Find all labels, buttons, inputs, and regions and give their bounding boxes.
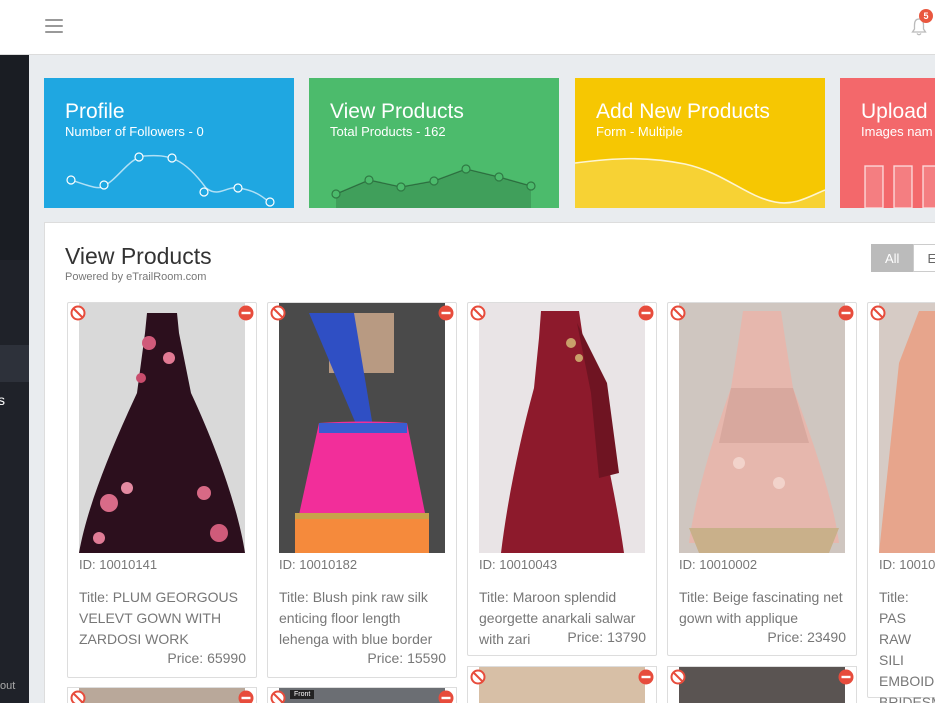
- product-title: Title: Beige fascinating net gown with a…: [679, 589, 843, 626]
- tile-subtitle: Total Products - 162: [330, 124, 446, 139]
- tile-title: Profile: [65, 100, 125, 123]
- disable-icon[interactable]: [70, 690, 86, 703]
- product-image: [279, 303, 445, 553]
- product-price: Price: 23490: [767, 629, 846, 645]
- filter-ex-button[interactable]: Ex: [913, 244, 935, 272]
- disable-icon[interactable]: [670, 305, 686, 321]
- disable-icon[interactable]: [70, 305, 86, 321]
- remove-icon[interactable]: [238, 305, 254, 321]
- add-products-wave: [575, 157, 825, 208]
- filter-all-button[interactable]: All: [871, 244, 914, 272]
- tile-subtitle: Form - Multiple: [596, 124, 683, 139]
- product-card[interactable]: ID: 10010 Title: PAS RAW SILI EMBOIDI BR…: [867, 302, 935, 703]
- panel-subtitle: Powered by eTrailRoom.com: [65, 271, 207, 283]
- remove-icon[interactable]: [438, 690, 454, 703]
- peach-gown-image: [879, 303, 935, 553]
- beige-net-gown-image: [679, 303, 845, 553]
- disable-icon[interactable]: [470, 669, 486, 685]
- product-card[interactable]: ID: 10010182 Title: Blush pink raw silk …: [267, 302, 457, 678]
- product-image: [679, 667, 845, 703]
- tile-title: View Products: [330, 100, 464, 123]
- sidebar: s out: [0, 55, 29, 703]
- product-image: [879, 303, 935, 553]
- product-title: Title: PLUM GEORGOUS VELEVT GOWN WITH ZA…: [79, 589, 238, 647]
- profile-tile[interactable]: Profile Number of Followers - 0: [44, 78, 294, 208]
- product-title: Title: Blush pink raw silk enticing floo…: [279, 589, 433, 647]
- hamburger-menu-icon[interactable]: [45, 19, 63, 35]
- product-price: Price: 13790: [567, 629, 646, 645]
- remove-icon[interactable]: [638, 305, 654, 321]
- tile-subtitle: Images nam: [861, 124, 933, 139]
- tile-title: Upload I: [861, 100, 935, 123]
- disable-icon[interactable]: [270, 690, 286, 703]
- plum-gown-image: [79, 303, 245, 553]
- products-area-chart: [331, 164, 536, 208]
- product-image: [479, 303, 645, 553]
- product-image: [679, 303, 845, 553]
- tile-subtitle: Number of Followers - 0: [65, 124, 204, 139]
- product-image: [79, 688, 245, 703]
- product-id: ID: 10010043: [479, 557, 558, 572]
- sidebar-item-label[interactable]: s: [0, 392, 5, 408]
- remove-icon[interactable]: [838, 305, 854, 321]
- upload-bars: [864, 165, 935, 208]
- sidebar-item-active[interactable]: [0, 345, 29, 382]
- tile-title: Add New Products: [596, 100, 770, 123]
- product-id: ID: 10010141: [79, 557, 158, 572]
- top-bar: 5: [0, 0, 935, 55]
- remove-icon[interactable]: [638, 669, 654, 685]
- product-card[interactable]: ID: 10010043 Title: Maroon splendid geor…: [467, 302, 657, 656]
- notification-count-badge: 5: [919, 9, 933, 23]
- remove-icon[interactable]: [438, 305, 454, 321]
- product-image: [79, 303, 245, 553]
- product-price: Price: 65990: [167, 650, 246, 666]
- product-id: ID: 10010002: [679, 557, 758, 572]
- product-card[interactable]: ID: 10010141 Title: PLUM GEORGOUS VELEVT…: [67, 302, 257, 678]
- view-products-panel: View Products Powered by eTrailRoom.com …: [44, 222, 935, 703]
- product-card[interactable]: [67, 687, 257, 703]
- remove-icon[interactable]: [238, 690, 254, 703]
- followers-sparkline: [66, 152, 275, 207]
- filter-group: All Ex: [871, 244, 935, 272]
- sidebar-logout-link[interactable]: out: [0, 680, 15, 692]
- disable-icon[interactable]: [670, 669, 686, 685]
- product-price: Price: 15590: [367, 650, 446, 666]
- product-id: ID: 10010182: [279, 557, 358, 572]
- pink-lehenga-image: [279, 303, 445, 553]
- front-tag: Front: [290, 690, 315, 699]
- add-new-products-tile[interactable]: Add New Products Form - Multiple: [575, 78, 825, 208]
- product-id: ID: 10010: [879, 557, 935, 572]
- product-card[interactable]: [667, 666, 857, 703]
- product-card[interactable]: ID: 10010002 Title: Beige fascinating ne…: [667, 302, 857, 656]
- product-title: Title: PAS RAW SILI EMBOIDI BRIDESM 2: [879, 589, 935, 703]
- disable-icon[interactable]: [470, 305, 486, 321]
- maroon-anarkali-image: [479, 303, 645, 553]
- product-card[interactable]: [467, 666, 657, 703]
- product-image: [479, 667, 645, 703]
- upload-images-tile[interactable]: Upload I Images nam: [840, 78, 935, 208]
- sidebar-header: [0, 55, 29, 260]
- product-card[interactable]: Front: [267, 687, 457, 703]
- remove-icon[interactable]: [838, 669, 854, 685]
- disable-icon[interactable]: [270, 305, 286, 321]
- view-products-tile[interactable]: View Products Total Products - 162: [309, 78, 559, 208]
- panel-title: View Products: [65, 243, 212, 269]
- disable-icon[interactable]: [870, 305, 886, 321]
